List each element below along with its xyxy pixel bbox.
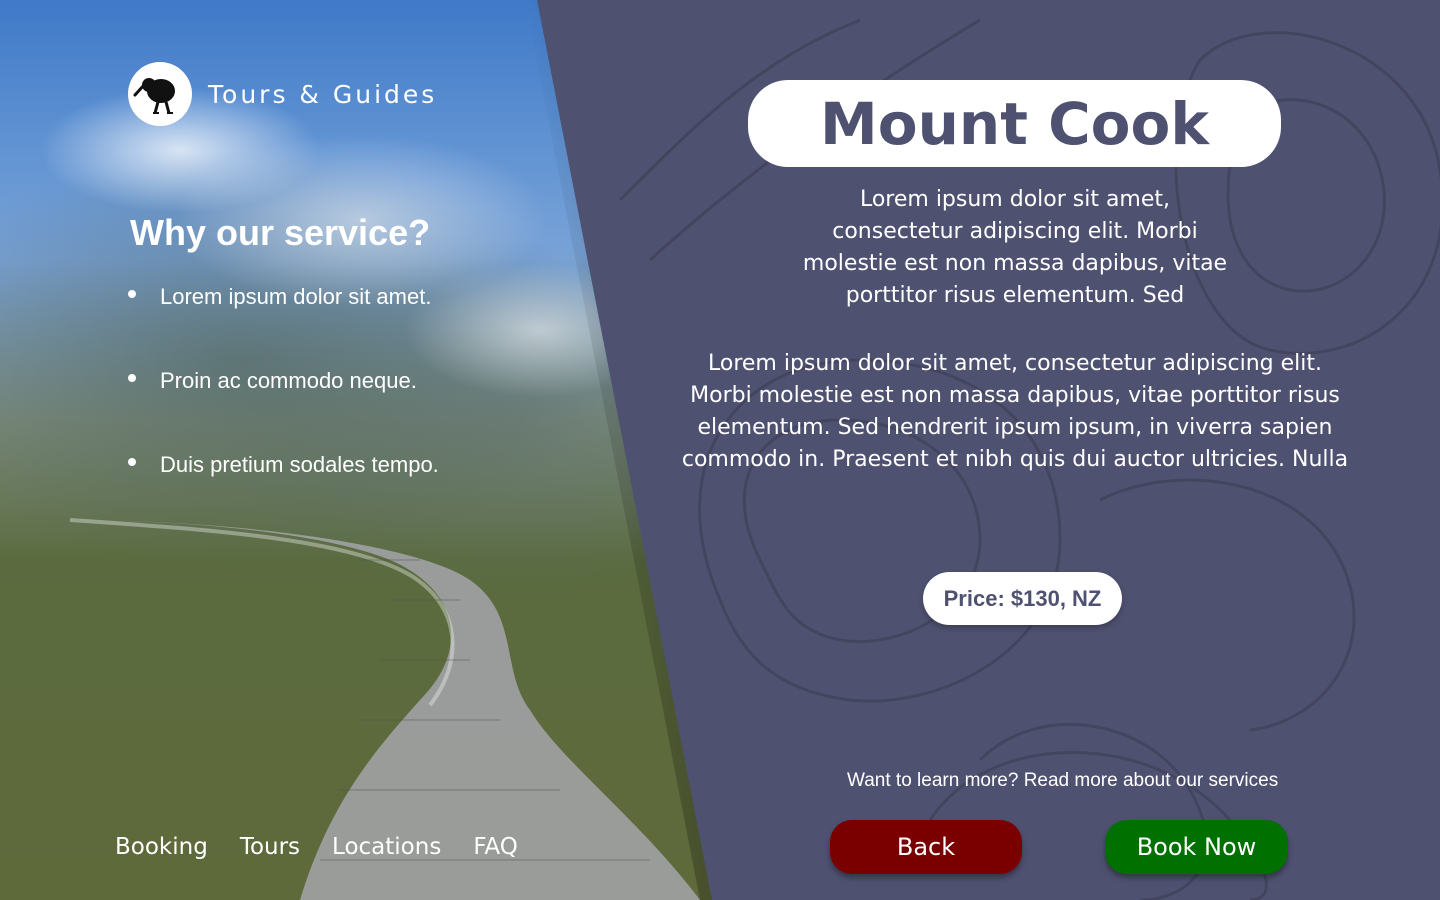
kiwi-bird-icon — [128, 62, 192, 126]
nav-booking[interactable]: Booking — [115, 834, 208, 860]
nav-faq[interactable]: FAQ — [473, 834, 518, 860]
why-title: Why our service? — [130, 212, 431, 253]
tour-intro: Lorem ipsum dolor sit amet, consectetur … — [802, 187, 1228, 308]
nav-locations[interactable]: Locations — [332, 834, 441, 860]
why-item: Lorem ipsum dolor sit amet. — [128, 284, 439, 368]
learn-more-link[interactable]: Want to learn more? Read more about our … — [847, 770, 1278, 792]
price-text: Price: $130, NZ — [943, 585, 1102, 611]
brand-name: Tours & Guides — [208, 79, 438, 109]
tour-description: Lorem ipsum dolor sit amet, consectetur … — [681, 351, 1349, 472]
book-now-button[interactable]: Book Now — [1105, 820, 1288, 874]
why-list: Lorem ipsum dolor sit amet. Proin ac com… — [128, 284, 439, 536]
tour-title: Mount Cook — [820, 89, 1209, 158]
back-button[interactable]: Back — [830, 820, 1022, 874]
tour-title-pill: Mount Cook — [748, 80, 1281, 167]
why-item: Duis pretium sodales tempo. — [128, 452, 439, 536]
why-item: Proin ac commodo neque. — [128, 368, 439, 452]
footer-nav: Booking Tours Locations FAQ — [115, 834, 518, 860]
brand[interactable]: Tours & Guides — [128, 62, 437, 126]
nav-tours[interactable]: Tours — [240, 834, 300, 860]
price-badge: Price: $130, NZ — [923, 572, 1122, 625]
